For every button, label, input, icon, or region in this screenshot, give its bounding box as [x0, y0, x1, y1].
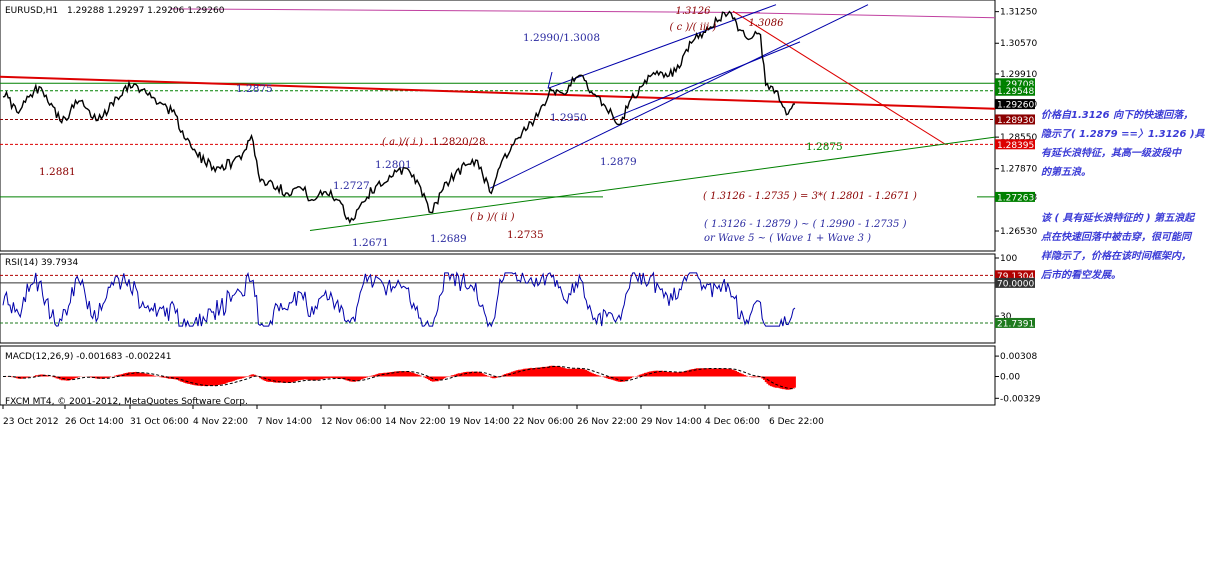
price-tick-label: 1.31250 — [1000, 8, 1037, 18]
wave-label: ( c )/( iii ) — [670, 22, 717, 33]
symbol-label: EURUSD,H1 — [5, 6, 58, 16]
time-tick-label: 22 Nov 06:00 — [513, 417, 574, 427]
note-1-line-2: 隐示了( 1.2879 ==〉1.3126 )具 — [1041, 128, 1206, 140]
wave-label: 1.2950 — [550, 112, 587, 124]
wave-label: 1.2990/1.3008 — [523, 32, 600, 44]
analysis-notes: 价格自1.3126 向下的快速回落， 隐示了( 1.2879 ==〉1.3126… — [1040, 109, 1208, 281]
wave-label: 1.2881 — [39, 166, 76, 178]
time-axis: 23 Oct 2012 26 Oct 14:00 31 Oct 06:00 4 Nov… — [2, 405, 824, 427]
rsi-header: RSI(14) 39.7934 — [5, 258, 78, 268]
time-tick-label: 31 Oct 06:00 — [130, 417, 189, 427]
note-2-line-3: 样隐示了，价格在该时间框架内， — [1041, 250, 1191, 262]
note-1: 价格自1.3126 向下的快速回落， 隐示了( 1.2879 ==〉1.3126… — [1041, 109, 1208, 178]
macd-tick-label: 0.00308 — [1000, 352, 1037, 362]
price-pane: 1.312501.305701.299101.292601.285501.278… — [0, 0, 1037, 252]
price-tag-label: 1.29548 — [997, 87, 1034, 97]
price-tag-label: 1.27263 — [997, 193, 1034, 203]
wave-label: ( 1.3126 - 1.2879 ) ~ ( 1.2990 - 1.2735 … — [704, 219, 907, 230]
wave-label: 1.2879 — [600, 156, 637, 168]
time-tick-label: 4 Dec 06:00 — [705, 417, 760, 427]
note-1-line-3: 有延长浪特征，其高一级波段中 — [1041, 147, 1182, 159]
wave-label: 1.2727 — [333, 180, 370, 192]
time-tick-label: 14 Nov 22:00 — [385, 417, 446, 427]
rsi-level-label: 21.7391 — [997, 319, 1034, 329]
wave-label: ( 1.3126 - 1.2735 ) = 3*( 1.2801 - 1.267… — [703, 191, 917, 202]
wave-label: 1.3086 — [749, 18, 785, 29]
time-tick-label: 23 Oct 2012 — [3, 417, 59, 427]
time-tick-label: 26 Nov 22:00 — [577, 417, 638, 427]
macd-pane: 0.00308 0.00 -0.00329 MACD(12,26,9) -0.001… — [0, 345, 1041, 407]
macd-header: MACD(12,26,9) -0.001683 -0.002241 — [5, 352, 171, 362]
forex-chart: 1.312501.305701.299101.292601.285501.278… — [0, 0, 1208, 427]
note-1-line-1: 价格自1.3126 向下的快速回落， — [1041, 109, 1193, 121]
rsi-level-label: 70.0000 — [997, 279, 1034, 289]
wave-label: 1.2801 — [375, 159, 412, 171]
wave-label: 1.2671 — [352, 237, 389, 249]
wave-label: 1.3126 — [676, 6, 712, 17]
wave-label: 1.2735 — [507, 229, 544, 241]
macd-tick-label: 0.00 — [1000, 373, 1020, 383]
time-tick-label: 12 Nov 06:00 — [321, 417, 382, 427]
price-tick-label: 1.27870 — [1000, 165, 1037, 175]
wave-label: 1.2820/28 — [432, 136, 486, 148]
wave-label: ( a )/( i ) — [382, 137, 423, 148]
macd-tick-label: -0.00329 — [1000, 394, 1041, 404]
time-tick-label: 29 Nov 14:00 — [641, 417, 702, 427]
note-1-line-4: 的第五浪。 — [1041, 166, 1091, 178]
copyright-text: FXCM MT4, © 2001-2012, MetaQuotes Softwa… — [5, 397, 248, 407]
note-2-line-4: 后市的看空发展。 — [1040, 269, 1121, 281]
wave-label: 1.2875 — [806, 141, 843, 153]
wave-label: ( b )/( ii ) — [470, 212, 515, 223]
chart-header: EURUSD,H1 1.29288 1.29297 1.29206 1.2926… — [5, 6, 225, 16]
time-tick-label: 19 Nov 14:00 — [449, 417, 510, 427]
time-tick-label: 26 Oct 14:00 — [65, 417, 124, 427]
rsi-tick-label: 100 — [1000, 254, 1017, 264]
rsi-pane: 1003079.130470.000021.7391 RSI(14) 39.79… — [0, 253, 1035, 344]
time-tick-label: 7 Nov 14:00 — [257, 417, 312, 427]
price-tag-label: 1.29260 — [997, 101, 1034, 111]
time-tick-label: 4 Nov 22:00 — [193, 417, 248, 427]
note-2-line-2: 点在快速回落中被击穿，很可能同 — [1040, 231, 1193, 243]
wave-label: or Wave 5 ~ ( Wave 1 + Wave 3 ) — [704, 233, 871, 244]
price-tick-label: 1.30570 — [1000, 39, 1037, 49]
ohlc-values: 1.29288 1.29297 1.29206 1.29260 — [67, 6, 225, 16]
price-tick-label: 1.26530 — [1000, 227, 1037, 237]
note-2: 该 ( 具有延长浪特征的 ) 第五浪起 点在快速回落中被击穿，很可能同 样隐示了… — [1040, 212, 1198, 281]
wave-label: 1.2875 — [236, 83, 273, 95]
price-tag-label: 1.28930 — [997, 116, 1034, 126]
wave-label: 1.2689 — [430, 233, 467, 245]
price-tag-label: 1.28395 — [997, 141, 1034, 151]
note-2-line-1: 该 ( 具有延长浪特征的 ) 第五浪起 — [1041, 212, 1196, 224]
time-tick-label: 6 Dec 22:00 — [769, 417, 824, 427]
macd-axis: 0.00308 0.00 -0.00329 — [995, 352, 1041, 404]
price-tags: 1.297081.295481.292601.289301.283951.272… — [995, 78, 1035, 203]
